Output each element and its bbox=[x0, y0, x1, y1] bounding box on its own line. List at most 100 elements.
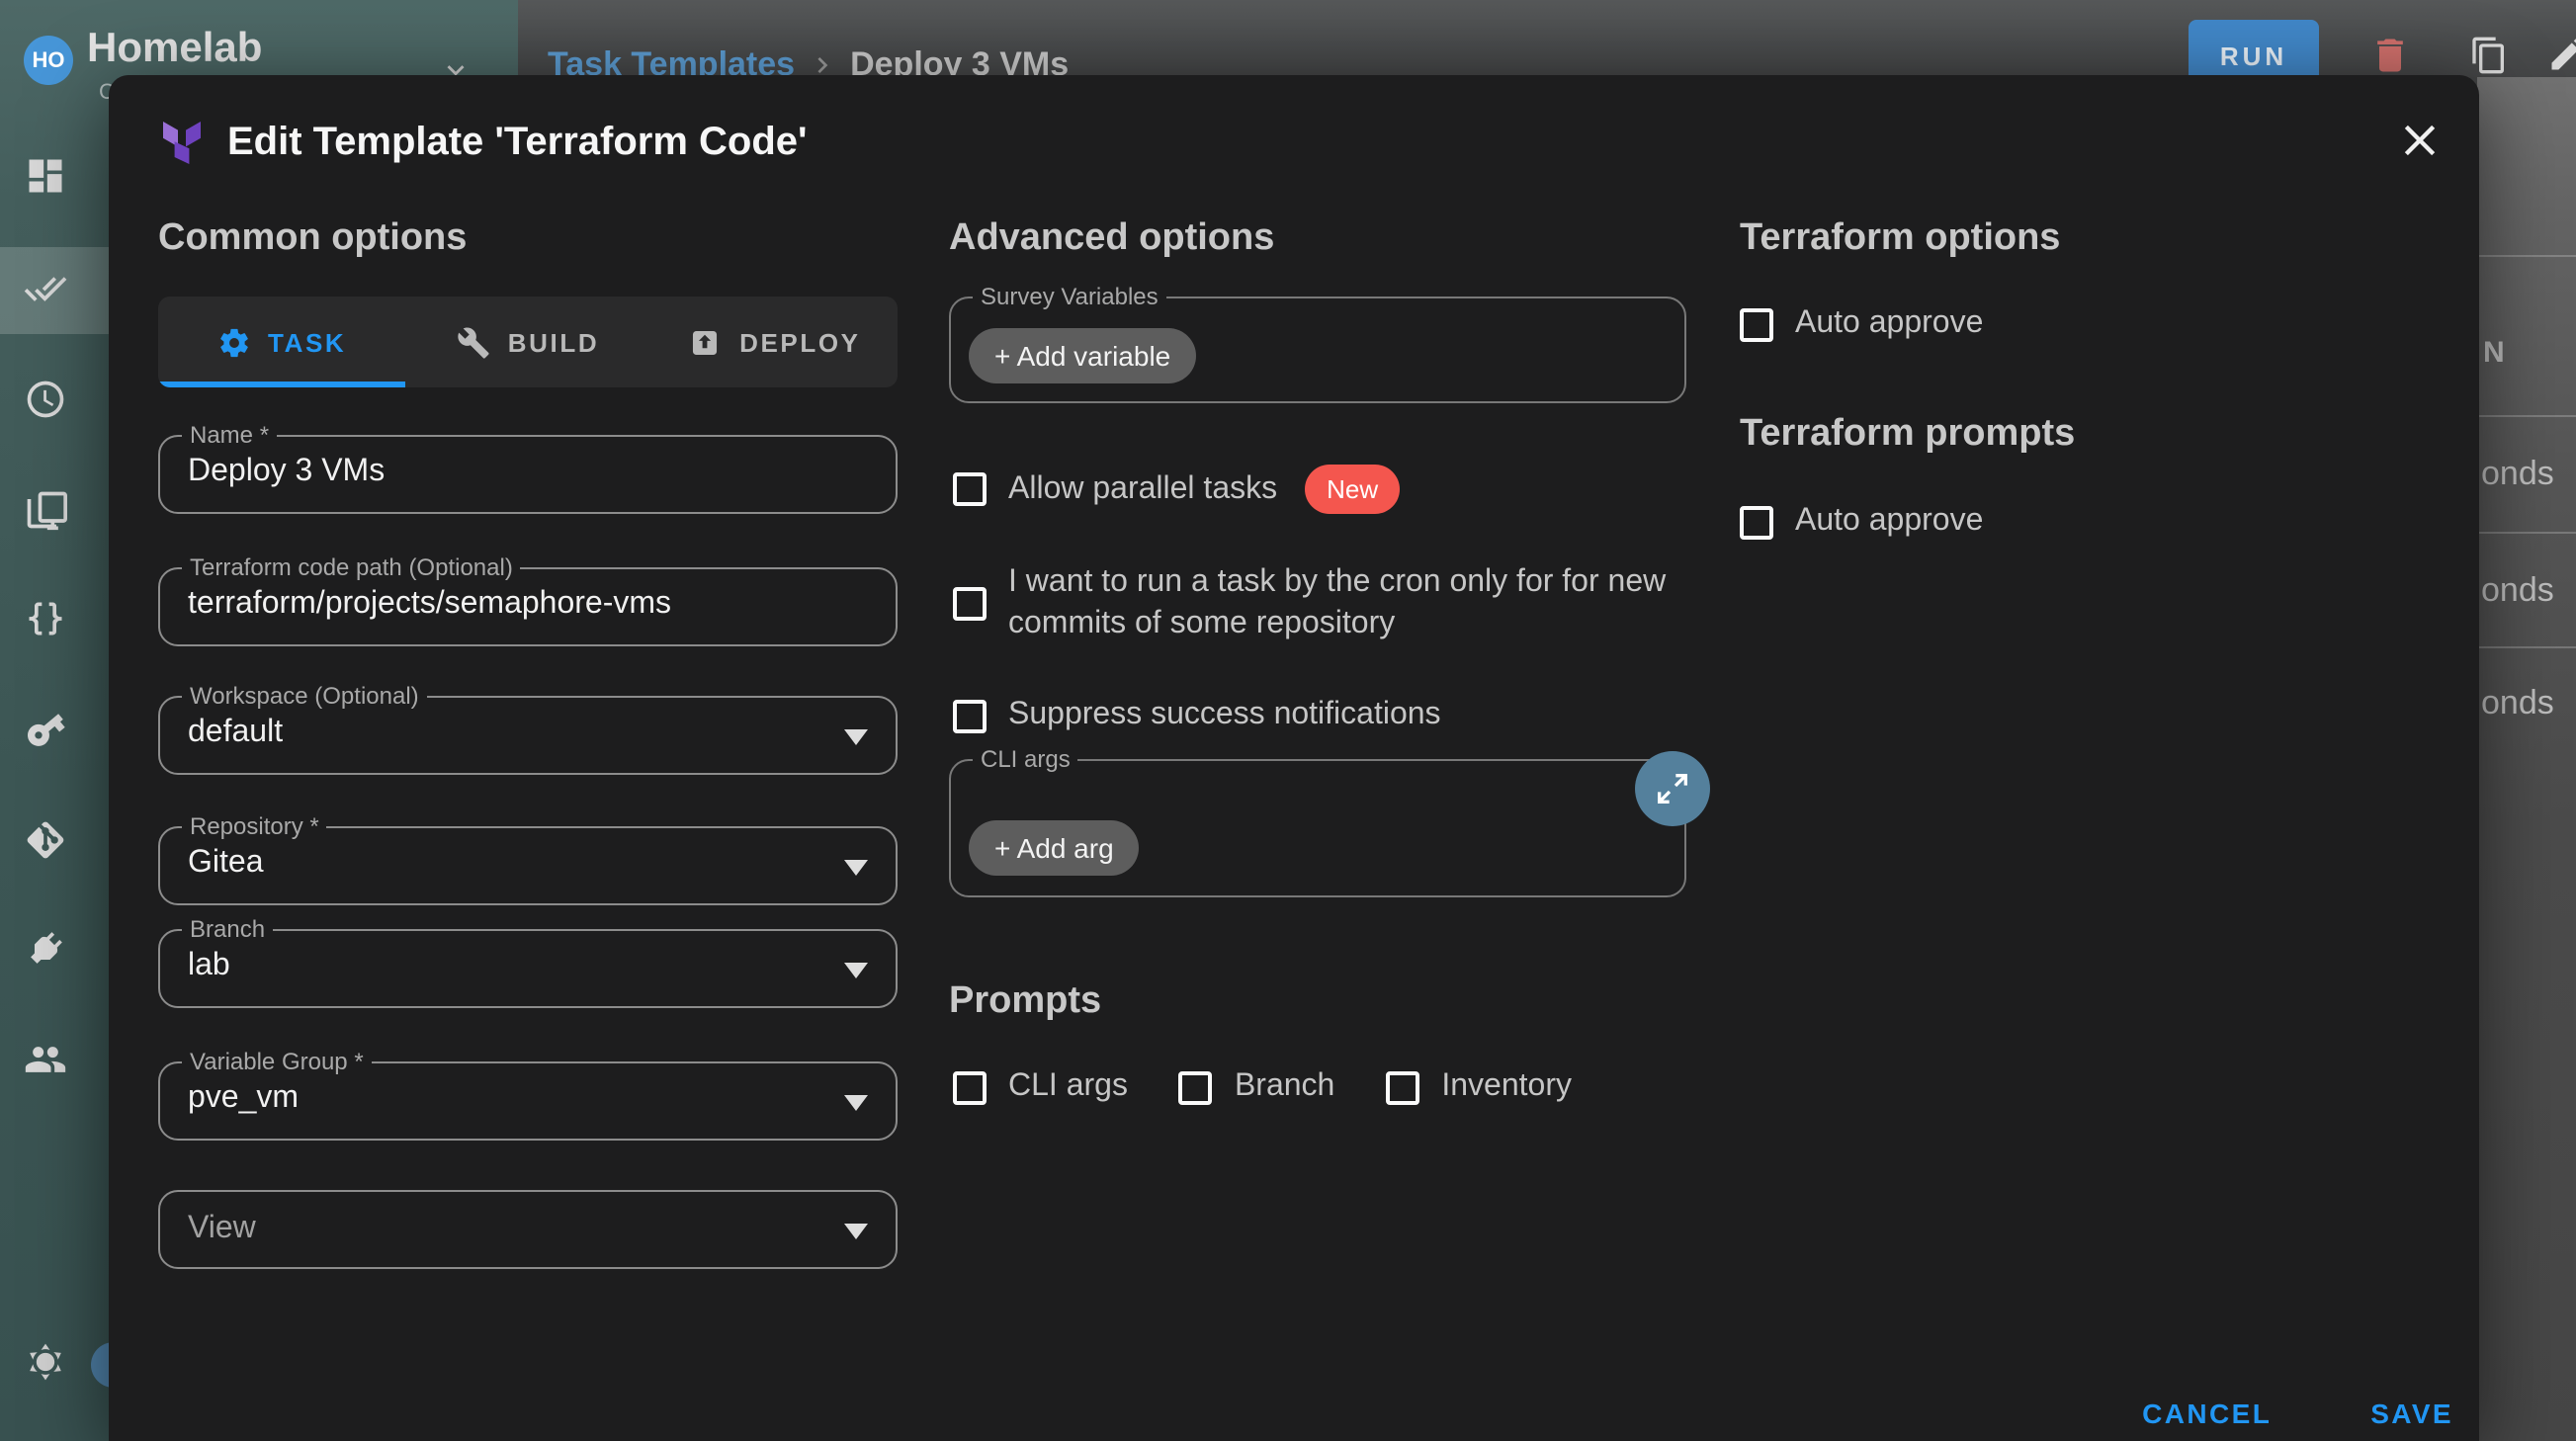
clock-icon[interactable] bbox=[24, 378, 67, 421]
tf-auto-approve-row: Auto approve bbox=[1740, 306, 1983, 342]
common-options-heading: Common options bbox=[158, 217, 467, 261]
prompt-inventory-checkbox[interactable] bbox=[1386, 1070, 1419, 1104]
field-value: pve_vm bbox=[188, 1081, 299, 1117]
deploy-icon bbox=[688, 325, 722, 359]
terraform-options-heading: Terraform options bbox=[1740, 217, 2060, 261]
field-label: Terraform code path (Optional) bbox=[182, 553, 521, 583]
plug-icon[interactable] bbox=[15, 918, 76, 979]
close-icon[interactable] bbox=[2394, 115, 2446, 166]
checkbox-label: Branch bbox=[1235, 1069, 1334, 1105]
tf-prompt-auto-approve-row: Auto approve bbox=[1740, 504, 1983, 540]
prompt-cli-args-checkbox[interactable] bbox=[953, 1070, 987, 1104]
terraform-prompts-heading: Terraform prompts bbox=[1740, 413, 2075, 457]
team-icon[interactable] bbox=[24, 1038, 67, 1081]
name-field[interactable]: Name * Deploy 3 VMs bbox=[158, 435, 898, 514]
table-row: onds bbox=[2481, 571, 2554, 611]
dropdown-arrow-icon bbox=[844, 963, 868, 978]
tab-label: DEPLOY bbox=[739, 327, 861, 357]
add-variable-button[interactable]: + Add variable bbox=[969, 328, 1196, 383]
checkbox-label: Inventory bbox=[1441, 1069, 1572, 1105]
expand-editor-button[interactable] bbox=[1635, 751, 1710, 826]
tab-label: BUILD bbox=[508, 327, 599, 357]
project-name[interactable]: Homelab bbox=[87, 26, 262, 73]
workspace-select[interactable]: Workspace (Optional) default bbox=[158, 696, 898, 775]
tf-prompt-auto-approve-checkbox[interactable] bbox=[1740, 505, 1773, 539]
suppress-checkbox[interactable] bbox=[953, 699, 987, 732]
monitors-icon[interactable] bbox=[24, 488, 67, 532]
prompts-heading: Prompts bbox=[949, 980, 1101, 1024]
add-arg-button[interactable]: + Add arg bbox=[969, 820, 1140, 876]
allow-parallel-checkbox[interactable] bbox=[953, 472, 987, 506]
survey-variables-fieldset: Survey Variables + Add variable bbox=[949, 297, 1686, 403]
fieldset-label: Survey Variables bbox=[973, 283, 1166, 312]
cli-args-fieldset: CLI args + Add arg bbox=[949, 759, 1686, 897]
tab-build[interactable]: BUILD bbox=[404, 297, 650, 387]
checkbox-label: Suppress success notifications bbox=[1008, 698, 1441, 733]
gear-icon bbox=[216, 325, 250, 359]
dropdown-arrow-icon bbox=[844, 860, 868, 876]
code-braces-icon[interactable] bbox=[24, 597, 67, 640]
field-label: Repository * bbox=[182, 812, 327, 842]
cron-checkbox[interactable] bbox=[953, 586, 987, 620]
delete-icon[interactable] bbox=[2368, 34, 2412, 77]
repository-select[interactable]: Repository * Gitea bbox=[158, 826, 898, 905]
arrow-expand-icon bbox=[1653, 769, 1692, 808]
key-icon[interactable] bbox=[15, 699, 76, 760]
copy-icon[interactable] bbox=[2469, 36, 2509, 75]
field-placeholder: View bbox=[188, 1212, 256, 1247]
sun-icon[interactable] bbox=[24, 1340, 67, 1384]
cron-row: I want to run a task by the cron only fo… bbox=[953, 561, 1716, 644]
tab-task[interactable]: TASK bbox=[158, 297, 404, 387]
prompt-branch: Branch bbox=[1179, 1069, 1334, 1105]
field-value: default bbox=[188, 716, 283, 751]
prompt-branch-checkbox[interactable] bbox=[1179, 1070, 1213, 1104]
git-icon[interactable] bbox=[24, 818, 67, 862]
dropdown-arrow-icon bbox=[844, 729, 868, 745]
active-tab-indicator bbox=[158, 381, 404, 387]
checkbox-label: Allow parallel tasks bbox=[1008, 471, 1277, 507]
app-screen: HO Homelab C Task Templates bbox=[0, 0, 2576, 1441]
field-value: terraform/projects/semaphore-vms bbox=[188, 587, 671, 623]
wrench-icon bbox=[457, 325, 490, 359]
field-label: Branch bbox=[182, 915, 273, 945]
field-value: Deploy 3 VMs bbox=[188, 455, 385, 490]
field-value: Gitea bbox=[188, 846, 264, 882]
code-path-field[interactable]: Terraform code path (Optional) terraform… bbox=[158, 567, 898, 646]
branch-select[interactable]: Branch lab bbox=[158, 929, 898, 1008]
cancel-button[interactable]: CANCEL bbox=[2134, 1386, 2279, 1441]
checkbox-label: Auto approve bbox=[1795, 306, 1983, 342]
check-all-icon[interactable] bbox=[24, 267, 67, 310]
new-badge: New bbox=[1305, 465, 1400, 514]
background-table-strip: N onds onds onds bbox=[2477, 77, 2576, 1441]
dropdown-arrow-icon bbox=[844, 1224, 868, 1239]
tab-label: TASK bbox=[268, 327, 346, 357]
table-row: onds bbox=[2481, 455, 2554, 494]
fieldset-label: CLI args bbox=[973, 745, 1078, 775]
modal-footer: CANCEL SAVE bbox=[2134, 1386, 2461, 1441]
project-avatar[interactable]: HO bbox=[24, 36, 73, 85]
save-button[interactable]: SAVE bbox=[2362, 1386, 2461, 1441]
table-row: onds bbox=[2481, 684, 2554, 723]
prompt-inventory: Inventory bbox=[1386, 1069, 1572, 1105]
dropdown-arrow-icon bbox=[844, 1095, 868, 1111]
field-label: Variable Group * bbox=[182, 1048, 372, 1077]
field-label: Workspace (Optional) bbox=[182, 682, 427, 712]
suppress-row: Suppress success notifications bbox=[953, 696, 1441, 735]
allow-parallel-row: Allow parallel tasks New bbox=[953, 465, 1400, 514]
checkbox-label: CLI args bbox=[1008, 1069, 1128, 1105]
prompts-row: CLI args Branch Inventory bbox=[953, 1069, 1572, 1105]
advanced-options-heading: Advanced options bbox=[949, 217, 1274, 261]
edit-icon[interactable] bbox=[2546, 32, 2576, 75]
variable-group-select[interactable]: Variable Group * pve_vm bbox=[158, 1061, 898, 1141]
tab-deploy[interactable]: DEPLOY bbox=[651, 297, 898, 387]
view-select[interactable]: View bbox=[158, 1190, 898, 1269]
prompt-cli-args: CLI args bbox=[953, 1069, 1128, 1105]
field-value: lab bbox=[188, 949, 230, 984]
dashboard-icon[interactable] bbox=[24, 154, 67, 198]
checkbox-label: Auto approve bbox=[1795, 504, 1983, 540]
table-header-fragment: N bbox=[2483, 336, 2505, 370]
tf-auto-approve-checkbox[interactable] bbox=[1740, 307, 1773, 341]
field-label: Name * bbox=[182, 421, 277, 451]
terraform-icon bbox=[158, 119, 206, 166]
checkbox-label: I want to run a task by the cron only fo… bbox=[1008, 561, 1716, 644]
